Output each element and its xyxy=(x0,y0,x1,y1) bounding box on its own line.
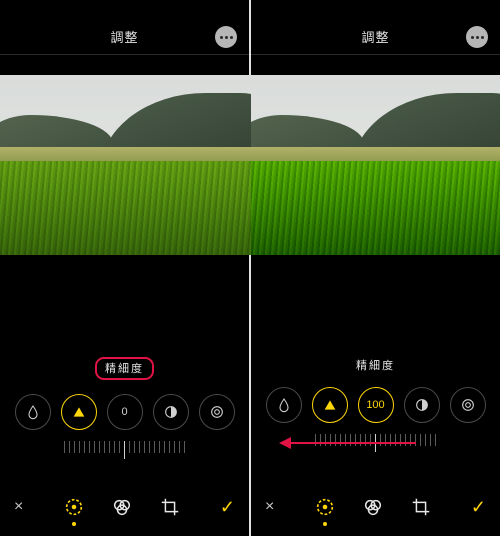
droplet-icon xyxy=(276,397,292,413)
half-circle-icon xyxy=(163,404,179,420)
cancel-button[interactable]: × xyxy=(14,498,23,516)
screen-left: 調整 精細度 xyxy=(0,0,249,536)
crop-icon xyxy=(410,496,432,518)
triangle-icon xyxy=(71,404,87,420)
slider-ruler[interactable] xyxy=(275,431,476,455)
dial-vignette[interactable] xyxy=(199,394,235,430)
screenshot-pair: 調整 精細度 xyxy=(0,0,500,536)
ring-icon xyxy=(460,397,476,413)
half-circle-icon xyxy=(414,397,430,413)
topbar-title: 調整 xyxy=(110,27,138,54)
tab-adjust[interactable] xyxy=(312,494,338,520)
param-label: 精細度 xyxy=(0,357,249,380)
more-button[interactable] xyxy=(466,26,488,48)
dial-contrast[interactable] xyxy=(404,387,440,423)
active-tab-indicator xyxy=(323,522,327,526)
photo[interactable] xyxy=(251,75,500,255)
active-tab-indicator xyxy=(72,522,76,526)
dial-row: 100 xyxy=(251,387,500,423)
triangle-icon xyxy=(322,397,338,413)
divider xyxy=(0,54,249,55)
more-icon xyxy=(220,36,223,39)
dial-vignette[interactable] xyxy=(450,387,486,423)
dial-exposure[interactable] xyxy=(266,387,302,423)
ruler-ticks xyxy=(64,441,185,459)
divider xyxy=(251,54,500,55)
tab-crop[interactable] xyxy=(157,494,183,520)
tab-filters[interactable] xyxy=(360,494,386,520)
filters-icon xyxy=(111,496,133,518)
done-button[interactable]: ✓ xyxy=(220,497,235,518)
filters-icon xyxy=(362,496,384,518)
droplet-icon xyxy=(25,404,41,420)
bottom-bar: × ✓ xyxy=(251,484,500,530)
adjust-icon xyxy=(314,496,336,518)
dial-value-text: 0 xyxy=(121,406,127,418)
dial-value[interactable]: 0 xyxy=(107,394,143,430)
topbar-title: 調整 xyxy=(361,27,389,54)
photo-area xyxy=(251,75,500,349)
slider-ruler[interactable] xyxy=(24,438,225,462)
crop-icon xyxy=(159,496,181,518)
topbar: 調整 xyxy=(251,0,500,54)
dial-value[interactable]: 100 xyxy=(358,387,394,423)
photo[interactable] xyxy=(0,75,251,255)
tab-adjust[interactable] xyxy=(61,494,87,520)
tab-crop[interactable] xyxy=(408,494,434,520)
screen-right: 調整 精細度 xyxy=(251,0,500,536)
param-label-text: 精細度 xyxy=(356,360,395,372)
adjust-icon xyxy=(63,496,85,518)
arrow-left-icon xyxy=(279,437,291,449)
dial-value-text: 100 xyxy=(366,399,384,411)
dial-exposure[interactable] xyxy=(15,394,51,430)
done-button[interactable]: ✓ xyxy=(471,497,486,518)
ring-icon xyxy=(209,404,225,420)
dial-contrast[interactable] xyxy=(153,394,189,430)
dial-row: 0 xyxy=(0,394,249,430)
cancel-button[interactable]: × xyxy=(265,498,274,516)
more-button[interactable] xyxy=(215,26,237,48)
param-label: 精細度 xyxy=(251,357,500,373)
bottom-bar: × ✓ xyxy=(0,484,249,530)
param-label-text: 精細度 xyxy=(95,357,154,380)
more-icon xyxy=(471,36,474,39)
photo-area xyxy=(0,75,249,349)
tab-filters[interactable] xyxy=(109,494,135,520)
dial-definition[interactable] xyxy=(312,387,348,423)
dial-definition[interactable] xyxy=(61,394,97,430)
topbar: 調整 xyxy=(0,0,249,54)
